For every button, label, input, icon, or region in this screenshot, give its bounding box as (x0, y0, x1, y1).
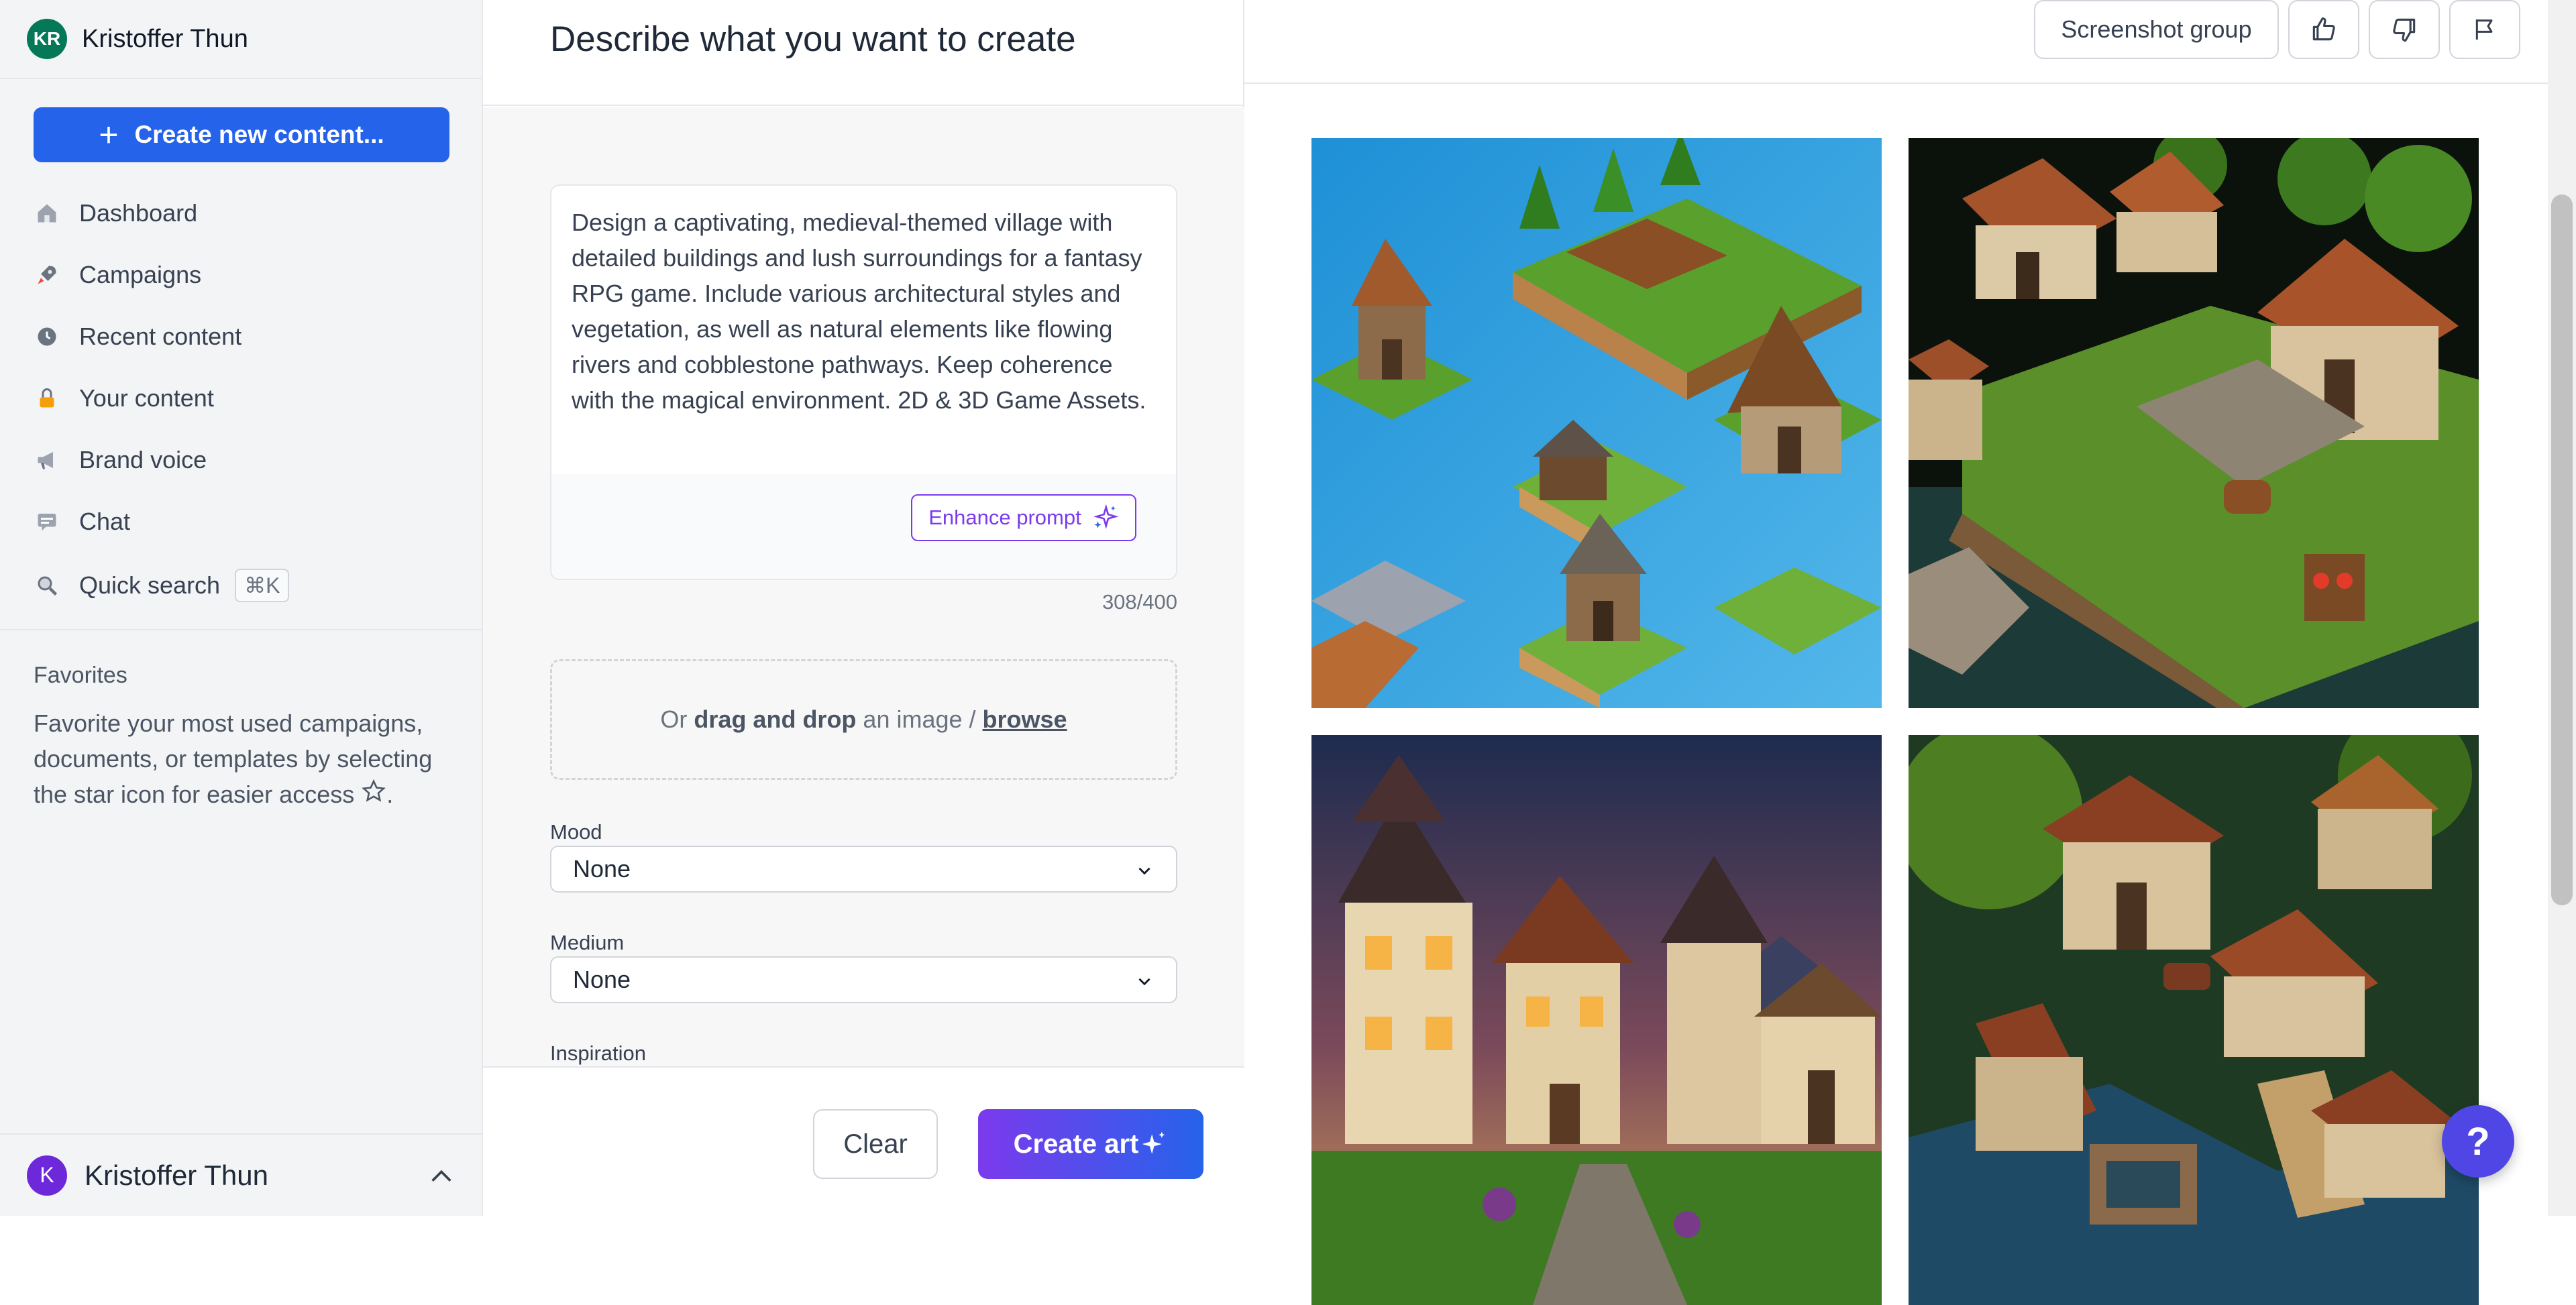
help-button[interactable]: ? (2442, 1105, 2514, 1178)
sidebar-item-brand-voice[interactable]: Brand voice (34, 433, 449, 487)
chevron-down-icon (1134, 972, 1155, 990)
flag-button[interactable] (2449, 0, 2520, 59)
screenshot-group-button[interactable]: Screenshot group (2034, 0, 2279, 59)
mood-value: None (573, 855, 631, 883)
medium-value: None (573, 966, 631, 993)
plus-icon: + (99, 116, 119, 154)
scrollbar-thumb[interactable] (2551, 194, 2573, 905)
thumbs-up-icon (2309, 15, 2339, 44)
medium-select[interactable]: None (550, 956, 1177, 1003)
workspace-name: Kristoffer Thun (82, 24, 248, 53)
shortcut-badge: ⌘K (235, 569, 290, 602)
prompt-text[interactable]: Design a captivating, medieval-themed vi… (572, 205, 1162, 418)
create-new-content-button[interactable]: + Create new content... (34, 107, 449, 162)
sidebar-item-label: Brand voice (79, 446, 207, 473)
favorites-description: Favorite your most used campaigns, docum… (34, 705, 463, 813)
sidebar-item-label: Your content (79, 384, 214, 412)
user-name: Kristoffer Thun (85, 1159, 268, 1191)
sidebar-item-your-content[interactable]: Your content (34, 372, 449, 425)
chat-icon (34, 508, 60, 535)
dropzone-prefix: Or (660, 705, 688, 733)
enhance-prompt-button[interactable]: Enhance prompt (911, 494, 1136, 541)
mood-label: Mood (550, 820, 602, 844)
sidebar-item-label: Dashboard (79, 199, 198, 227)
sidebar-item-chat[interactable]: Chat (34, 495, 449, 549)
results-toolbar: Screenshot group (1244, 0, 2576, 84)
results-panel: Screenshot group ? (1244, 0, 2576, 1305)
create-new-content-label: Create new content... (134, 121, 384, 148)
star-icon (361, 778, 386, 813)
prompt-toolbar: Enhance prompt (551, 474, 1176, 579)
avatar: K (27, 1155, 67, 1196)
clear-button[interactable]: Clear (813, 1109, 938, 1179)
rocket-icon (34, 262, 60, 288)
page-title: Describe what you want to create (550, 19, 1076, 59)
sidebar-item-dashboard[interactable]: Dashboard (34, 186, 449, 240)
clock-icon (34, 323, 60, 350)
generated-image-1[interactable] (1311, 138, 1882, 708)
prompt-footer: Clear Create art (483, 1066, 1244, 1216)
sidebar-item-label: Quick search (79, 571, 221, 599)
thumbs-down-icon (2390, 15, 2419, 44)
lock-icon (34, 385, 60, 412)
thumbs-down-button[interactable] (2369, 0, 2440, 59)
browse-link[interactable]: browse (983, 705, 1067, 734)
chevron-down-icon (1134, 862, 1155, 879)
mood-select[interactable]: None (550, 846, 1177, 893)
enhance-prompt-label: Enhance prompt (928, 506, 1081, 529)
favorites-text-end: . (386, 781, 394, 808)
prompt-panel-header: Describe what you want to create (483, 0, 1244, 106)
sidebar-divider (0, 629, 483, 630)
sparkles-icon (1081, 504, 1119, 532)
generated-image-3[interactable] (1311, 735, 1882, 1305)
create-art-button[interactable]: Create art (978, 1109, 1203, 1179)
flag-icon (2471, 16, 2498, 43)
favorites-title: Favorites (34, 663, 127, 688)
workspace-avatar: KR (27, 19, 67, 59)
chevron-up-icon[interactable] (427, 1163, 456, 1190)
megaphone-icon (34, 447, 60, 473)
prompt-textarea[interactable]: Design a captivating, medieval-themed vi… (550, 184, 1177, 580)
user-menu[interactable]: K Kristoffer Thun (0, 1133, 483, 1216)
sidebar-item-quick-search[interactable]: Quick search ⌘K (34, 559, 449, 612)
dropzone-bold: drag and drop (694, 705, 857, 733)
generated-image-2[interactable] (1909, 138, 2479, 708)
inspiration-label: Inspiration (550, 1041, 647, 1065)
prompt-panel: Describe what you want to create Design … (483, 0, 1244, 1216)
create-art-label: Create art (1013, 1129, 1139, 1159)
sidebar-item-label: Campaigns (79, 261, 202, 288)
search-icon (34, 572, 60, 599)
medium-label: Medium (550, 931, 625, 954)
sidebar: KR Kristoffer Thun + Create new content.… (0, 0, 483, 1216)
dropzone-middle: an image / (863, 705, 976, 733)
workspace-header[interactable]: KR Kristoffer Thun (0, 0, 483, 79)
sidebar-item-recent-content[interactable]: Recent content (34, 310, 449, 363)
sparkles-icon (1138, 1129, 1168, 1159)
sidebar-item-label: Chat (79, 508, 131, 535)
generated-image-4[interactable] (1909, 735, 2479, 1305)
sidebar-item-campaigns[interactable]: Campaigns (34, 248, 449, 302)
thumbs-up-button[interactable] (2288, 0, 2359, 59)
character-count: 308/400 (1102, 590, 1177, 614)
home-icon (34, 200, 60, 227)
image-drop-zone[interactable]: Or drag and drop an image / browse (550, 659, 1177, 780)
sidebar-item-label: Recent content (79, 323, 242, 350)
